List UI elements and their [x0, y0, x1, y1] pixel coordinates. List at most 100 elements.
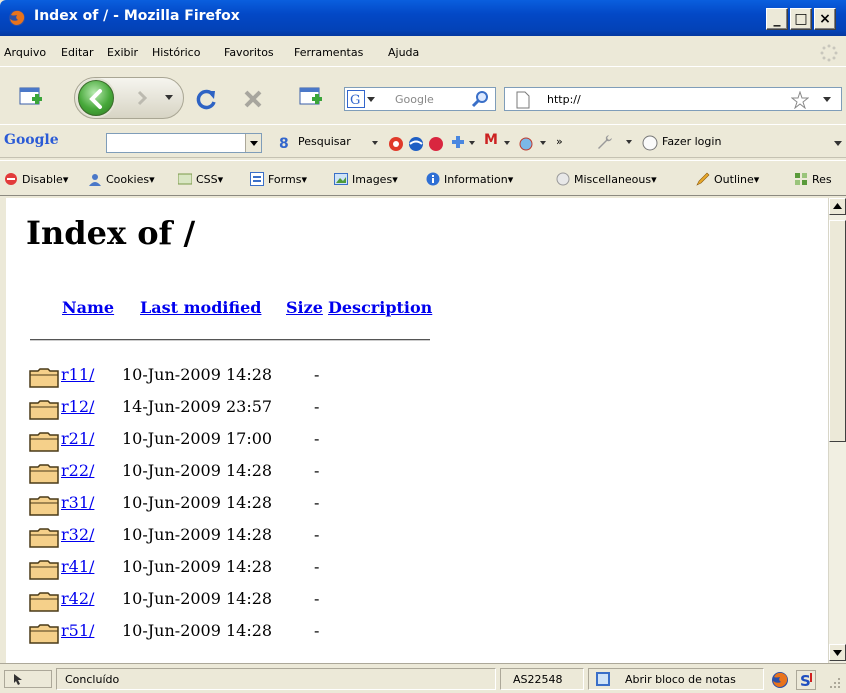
folder-link[interactable]: r42/ — [61, 589, 94, 608]
chevron-down-icon — [250, 141, 258, 146]
wd-disable-label: Disable — [22, 173, 63, 186]
search-magnifier-icon[interactable] — [471, 90, 491, 108]
s-addon-icon[interactable]: S — [796, 670, 816, 690]
column-name-link[interactable]: Name — [62, 298, 114, 317]
notepad-panel[interactable]: Abrir bloco de notas — [588, 668, 764, 690]
scroll-thumb[interactable] — [829, 220, 846, 442]
folder-link[interactable]: r51/ — [61, 621, 94, 640]
reload-icon[interactable] — [194, 87, 218, 111]
google-more-chevron[interactable]: » — [556, 135, 563, 148]
wd-outline-menu[interactable]: Outline▾ — [696, 172, 759, 186]
stop-icon[interactable] — [242, 88, 264, 110]
folder-icon — [29, 624, 59, 644]
column-description-link[interactable]: Description — [328, 298, 432, 317]
forward-button[interactable] — [134, 89, 150, 107]
star-icon[interactable] — [791, 91, 809, 109]
folder-icon — [29, 592, 59, 612]
last-modified: 14-Jun-2009 23:57 — [122, 397, 273, 416]
size: - — [314, 525, 320, 544]
firefox-logo-icon — [9, 10, 25, 26]
folder-link[interactable]: r22/ — [61, 461, 94, 480]
google-login-button[interactable]: Fazer login — [662, 135, 721, 148]
google-more-tools[interactable] — [500, 135, 590, 153]
login-dropdown-icon[interactable] — [834, 141, 842, 147]
close-button[interactable]: × — [814, 8, 836, 30]
back-button[interactable] — [78, 80, 114, 116]
firefox-addon-icon[interactable] — [770, 670, 790, 690]
table-row: r31/ 10-Jun-2009 14:28 - — [28, 492, 428, 518]
status-indicator-icon — [4, 670, 52, 688]
arrow-up-icon — [833, 203, 842, 209]
forms-icon — [250, 172, 264, 186]
navigation-toolbar: G Google http:// — [0, 66, 846, 122]
webdev-toolbar: Disable▾ Cookies▾ CSS▾ Forms▾ Images▾ In… — [0, 160, 846, 196]
engine-dropdown-icon[interactable] — [367, 97, 375, 103]
wd-miscellaneous-menu[interactable]: Miscellaneous▾ — [556, 172, 657, 186]
scroll-down-button[interactable] — [829, 644, 846, 661]
page-title: Index of / — [26, 214, 196, 252]
bookmark-add-icon[interactable] — [298, 85, 324, 109]
status-bar: Concluído AS22548 Abrir bloco de notas S — [0, 663, 846, 693]
search-input[interactable]: G Google — [344, 87, 496, 111]
maximize-button[interactable]: □ — [790, 8, 812, 30]
asn-panel: AS22548 — [500, 668, 584, 690]
wd-disable-menu[interactable]: Disable▾ — [4, 172, 68, 186]
folder-link[interactable]: r11/ — [61, 365, 94, 384]
scroll-up-button[interactable] — [829, 198, 846, 215]
search-placeholder: Google — [395, 93, 434, 106]
window-title: Index of / - Mozilla Firefox — [34, 8, 240, 24]
folder-link[interactable]: r21/ — [61, 429, 94, 448]
google-search-icon[interactable]: 8 — [278, 135, 292, 151]
size: - — [314, 557, 320, 576]
wd-css-menu[interactable]: CSS▾ — [178, 172, 223, 186]
column-last-modified-link[interactable]: Last modified — [140, 298, 261, 317]
folder-link[interactable]: r31/ — [61, 493, 94, 512]
size: - — [314, 621, 320, 640]
google-field-dropdown[interactable] — [245, 134, 261, 152]
menu-ferramentas[interactable]: Ferramentas — [294, 46, 363, 59]
wd-information-label: Information — [444, 173, 508, 186]
wd-cookies-menu[interactable]: Cookies▾ — [88, 172, 155, 186]
google-search-button[interactable]: Pesquisar — [298, 135, 351, 148]
page-viewport: Index of / Name Last modified Size Descr… — [6, 198, 828, 663]
menu-ajuda[interactable]: Ajuda — [388, 46, 419, 59]
url-dropdown-icon[interactable] — [823, 97, 831, 103]
last-modified: 10-Jun-2009 14:28 — [122, 589, 273, 608]
resize-grip-icon[interactable] — [828, 676, 842, 690]
folder-link[interactable]: r41/ — [61, 557, 94, 576]
last-modified: 10-Jun-2009 14:28 — [122, 461, 273, 480]
minimize-button[interactable]: _ — [766, 8, 788, 30]
wd-resize-menu[interactable]: Res — [794, 172, 832, 186]
new-tab-icon[interactable] — [18, 85, 44, 109]
folder-link[interactable]: r12/ — [61, 397, 94, 416]
menu-exibir[interactable]: Exibir — [107, 46, 138, 59]
wd-images-menu[interactable]: Images▾ — [334, 172, 398, 186]
svg-text:G: G — [350, 93, 360, 108]
wd-information-menu[interactable]: Information▾ — [426, 172, 513, 186]
vertical-scrollbar[interactable] — [828, 198, 846, 663]
table-row: r11/ 10-Jun-2009 14:28 - — [28, 364, 428, 390]
menu-historico[interactable]: Histórico — [152, 46, 200, 59]
menu-favoritos[interactable]: Favoritos — [224, 46, 274, 59]
size: - — [314, 493, 320, 512]
google-tool-icons[interactable] — [372, 135, 482, 153]
folder-link[interactable]: r32/ — [61, 525, 94, 544]
google-engine-icon[interactable]: G — [347, 90, 365, 108]
google-search-field[interactable] — [106, 133, 262, 153]
menu-arquivo[interactable]: Arquivo — [4, 46, 46, 59]
table-row: r51/ 10-Jun-2009 14:28 - — [28, 620, 428, 646]
login-circle-icon — [642, 135, 658, 151]
menu-editar[interactable]: Editar — [61, 46, 94, 59]
images-icon — [334, 173, 348, 185]
column-size-link[interactable]: Size — [286, 298, 323, 317]
gmail-icon[interactable]: M — [484, 132, 498, 148]
url-bar[interactable]: http:// — [504, 87, 842, 111]
folder-icon — [29, 400, 59, 420]
notepad-icon — [596, 672, 610, 686]
wd-forms-menu[interactable]: Forms▾ — [250, 172, 307, 186]
google-logo[interactable]: Google — [4, 132, 59, 148]
wrench-icon[interactable] — [596, 134, 636, 152]
css-icon — [178, 173, 192, 185]
svg-text:S: S — [800, 672, 811, 690]
history-dropdown-icon[interactable] — [164, 94, 174, 102]
